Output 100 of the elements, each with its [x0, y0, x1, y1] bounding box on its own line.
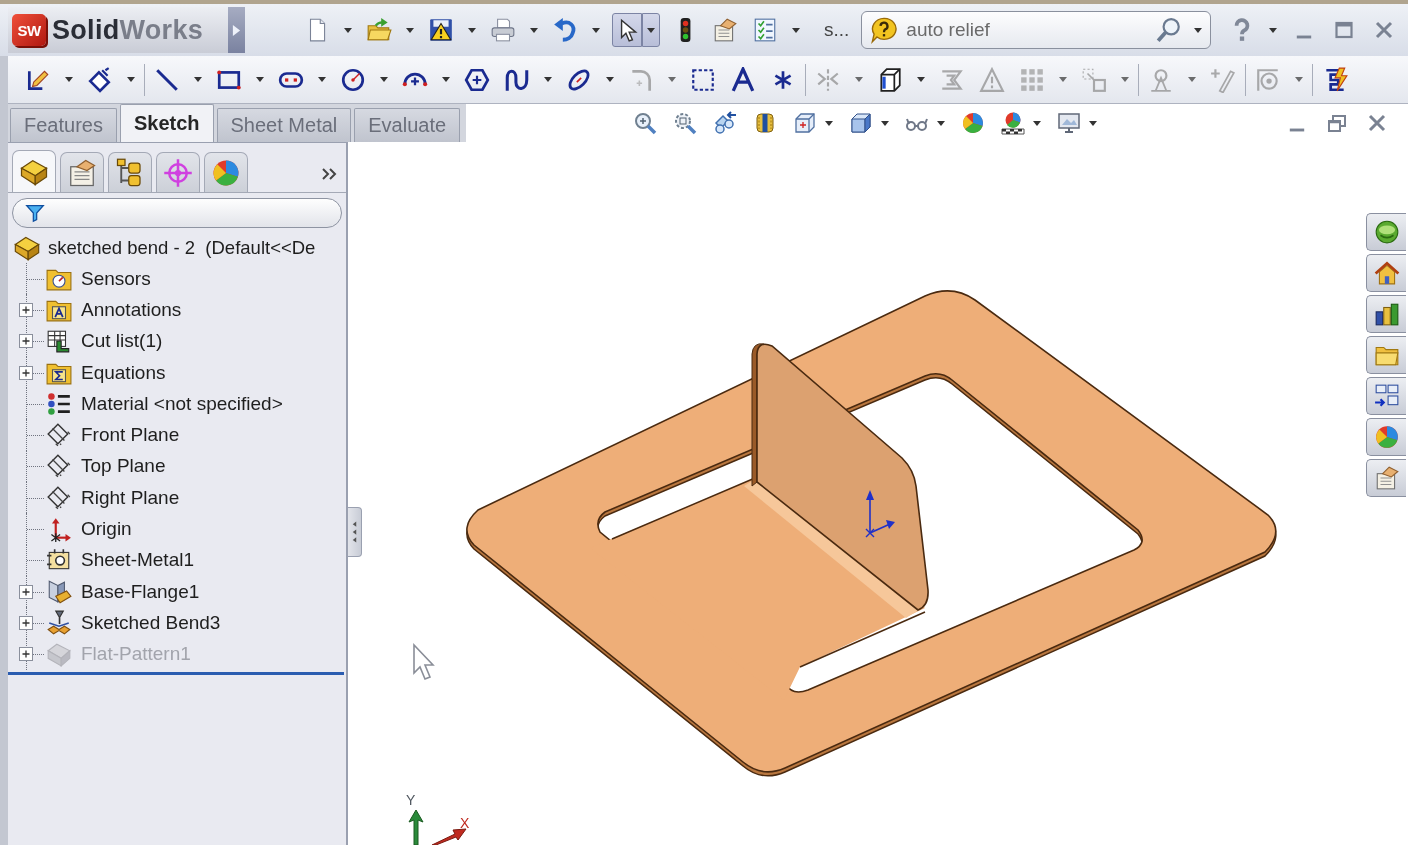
line-icon: [154, 66, 180, 93]
property-manager-tab[interactable]: [60, 152, 104, 192]
compass-icon: [1148, 66, 1174, 93]
undo-arrow-icon: [552, 17, 578, 43]
resources-tab[interactable]: [1366, 213, 1406, 251]
search-icon[interactable]: [1156, 17, 1183, 43]
caret-icon: [406, 27, 414, 33]
origin-marker-icon: [865, 490, 895, 538]
axis-label: Y: [406, 792, 416, 808]
cursor-icon: [413, 643, 435, 681]
dashed-square-icon: [690, 66, 716, 93]
maximize-icon: [1334, 20, 1355, 40]
toolbar-overflow-label[interactable]: s...: [824, 19, 850, 41]
minimize-icon: [1295, 35, 1314, 39]
caret-icon: [917, 77, 925, 82]
select-button[interactable]: [612, 13, 642, 47]
tree-item[interactable]: Right Plane: [81, 486, 180, 509]
rollback-bar[interactable]: [8, 671, 344, 675]
caret-icon: [668, 77, 676, 82]
ball-on-checker-icon: [1001, 111, 1025, 135]
flat-blocks-icon: [44, 641, 74, 668]
view-palette-tab[interactable]: [1366, 377, 1406, 415]
tree-item[interactable]: Top Plane: [81, 455, 166, 478]
bent-plate-icon: [44, 609, 74, 636]
caret-icon: [544, 77, 552, 82]
search-input[interactable]: auto relief: [906, 19, 1149, 41]
caret-icon: [937, 120, 945, 126]
letter-a-icon: [730, 66, 756, 93]
command-tab[interactable]: Sketch: [119, 104, 214, 142]
tree-item[interactable]: Base-Flange1: [81, 580, 200, 603]
filter-icon: [25, 203, 45, 223]
appearances-tab[interactable]: [204, 152, 248, 192]
tree-item[interactable]: Cut list(1): [81, 330, 163, 353]
filter-field[interactable]: [12, 198, 342, 228]
expand-icon[interactable]: [19, 647, 33, 662]
notepad-hand-icon: [712, 17, 738, 43]
target-ring-icon: [1255, 66, 1281, 93]
caret-icon: [318, 77, 326, 82]
pencil-plus-icon: [1210, 66, 1236, 93]
tree-item[interactable]: Sheet-Metal1: [81, 549, 194, 572]
sheets-arrow-icon: [1373, 383, 1400, 409]
caret-icon: [1033, 120, 1041, 126]
design-library-tab[interactable]: [1366, 254, 1406, 292]
house-icon: [1373, 260, 1400, 286]
triple-arrow-icon: [351, 520, 358, 544]
tree-item[interactable]: Annotations: [81, 298, 182, 321]
circle-icon: [340, 66, 366, 93]
previous-view-button[interactable]: [712, 109, 738, 137]
file-explorer-tab[interactable]: [1366, 295, 1406, 333]
collapse-handle[interactable]: [348, 507, 362, 557]
search-field[interactable]: auto relief: [861, 11, 1212, 49]
caret-icon: [592, 27, 600, 33]
expand-icon[interactable]: [19, 584, 33, 599]
axis-triad-icon: [408, 809, 467, 845]
caret-icon: [855, 77, 863, 82]
configuration-manager-tab[interactable]: [108, 152, 152, 192]
tree-item[interactable]: Equations: [81, 361, 166, 384]
double-chevron-icon: [321, 167, 337, 181]
appearances-tab[interactable]: [1366, 418, 1406, 456]
caret-icon: [65, 77, 73, 82]
dashed-magnifier-icon: [673, 111, 697, 135]
disc-icon: [1373, 219, 1400, 245]
question-bubble-icon: [870, 16, 899, 44]
expand-icon[interactable]: [19, 615, 33, 630]
monitor-icon: [1057, 111, 1081, 135]
tree-item[interactable]: Sketched Bend3: [81, 611, 221, 634]
tree-root-item[interactable]: sketched bend - 2 (Default<<De: [48, 236, 316, 259]
restore-icon: [1327, 113, 1347, 133]
caret-icon: [881, 120, 889, 126]
custom-properties-tab[interactable]: [1366, 459, 1406, 497]
caret-icon: [530, 27, 538, 33]
section-cylinder-icon: [753, 111, 777, 135]
app-logo-text: SolidWorks: [52, 14, 204, 46]
expand-icon[interactable]: [19, 302, 33, 317]
dimxpert-tab[interactable]: [156, 152, 200, 192]
caret-icon: [380, 77, 388, 82]
dimension-icon: [87, 66, 113, 93]
floppy-warning-icon: [428, 17, 454, 43]
caret-icon: [1188, 77, 1196, 82]
caret-icon: [1121, 77, 1129, 82]
color-ball-icon: [1373, 424, 1400, 450]
dropdown-button[interactable]: [642, 13, 660, 47]
dot-grid-icon: [1019, 66, 1045, 93]
caret-icon: [606, 77, 614, 82]
magnifier-icon: [633, 111, 657, 135]
warning-triangle-icon: [979, 66, 1005, 93]
menu-flyout-button[interactable]: [228, 7, 245, 53]
tree-item[interactable]: Origin: [81, 518, 132, 540]
binoculars-arrow-icon: [713, 111, 737, 135]
tree-item[interactable]: Sensors: [81, 267, 151, 290]
close-icon: [1367, 113, 1387, 133]
caret-icon: [127, 77, 135, 82]
expand-icon[interactable]: [19, 334, 33, 349]
feature-manager-tab[interactable]: [12, 150, 56, 192]
tree-item[interactable]: Front Plane: [81, 424, 180, 447]
tree-item[interactable]: Material <not specified>: [81, 392, 283, 415]
caret-icon[interactable]: [1194, 27, 1203, 33]
expand-icon[interactable]: [19, 365, 33, 380]
caret-icon: [1269, 27, 1278, 33]
minimize-icon: [1288, 128, 1306, 132]
